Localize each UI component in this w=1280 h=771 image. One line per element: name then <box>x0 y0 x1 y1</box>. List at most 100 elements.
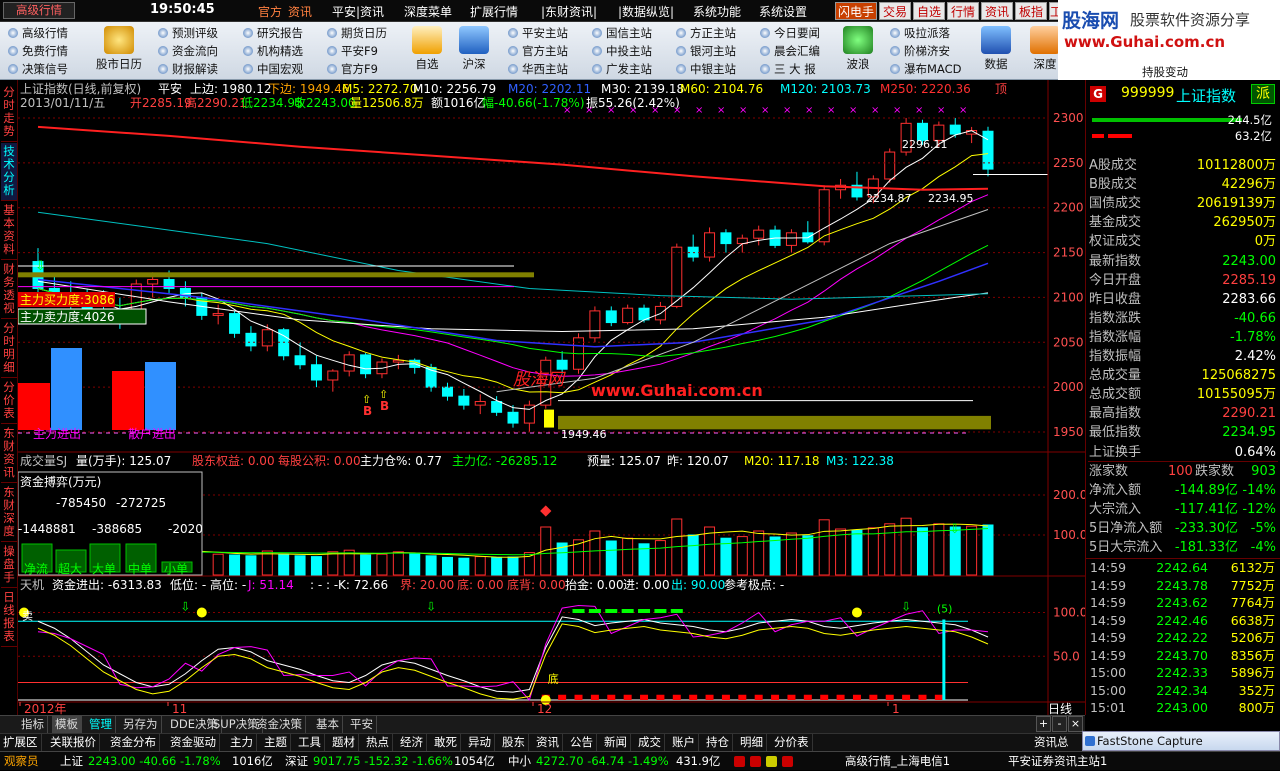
indicator-tab[interactable]: 基本 <box>313 716 343 733</box>
g-icon: G <box>1090 86 1106 102</box>
left-tab[interactable]: 基本资料 <box>1 202 17 260</box>
toolbar-link[interactable]: 决策信号 <box>8 61 90 77</box>
left-tab[interactable]: 操盘手 <box>1 543 17 588</box>
ind-j: J: 51.14 <box>247 578 294 592</box>
top-mark: × <box>915 105 923 116</box>
info-title: 上证指数(日线,前复权) <box>20 81 141 96</box>
toolbar-link[interactable]: 高级行情 <box>8 25 90 41</box>
capital-game-label: 中单 <box>128 561 152 576</box>
holding-change-link[interactable]: 持股变动 <box>1142 64 1188 80</box>
menu-item[interactable]: |东财资讯| <box>541 3 597 20</box>
volume-bar <box>867 527 879 576</box>
ext-tab[interactable]: 持仓 <box>703 734 733 751</box>
indicator-tab[interactable]: 指标 <box>18 716 48 733</box>
quick-button[interactable]: 行情 <box>947 2 979 20</box>
toolbar-big-button[interactable]: 股市日历 <box>91 26 147 72</box>
quick-button[interactable]: 交易 <box>879 2 911 20</box>
news-total-tab[interactable]: 资讯总 <box>1034 734 1069 751</box>
pai-badge[interactable]: 派 <box>1251 84 1275 104</box>
ext-tab[interactable]: 明细 <box>737 734 767 751</box>
ind-ckjd: 参考极点: - <box>724 577 784 592</box>
ma250-line <box>37 125 989 191</box>
left-tab[interactable]: 东财深度 <box>1 484 17 542</box>
left-tab[interactable]: 财务透视 <box>1 261 17 319</box>
ext-tab[interactable]: 敢死 <box>431 734 461 751</box>
candle-body <box>884 151 896 180</box>
indicator-tab[interactable]: 另存为 <box>120 716 162 733</box>
main-force-label: 主力进出 <box>33 427 81 441</box>
indicator-tab[interactable]: 管理 <box>86 716 116 733</box>
quick-button[interactable]: 资讯 <box>981 2 1013 20</box>
toolbar-big-button[interactable]: 数据 <box>968 26 1024 72</box>
ext-tab[interactable]: 异动 <box>465 734 495 751</box>
quote-row: 总成交量 125068275 <box>1088 366 1278 385</box>
ext-tab[interactable]: 题材 <box>329 734 359 751</box>
tick-row: 14:59 2242.64 6132万 <box>1088 559 1278 577</box>
zoom-control[interactable]: + <box>1036 716 1051 732</box>
ext-tab[interactable]: 公告 <box>567 734 597 751</box>
ext-tab[interactable]: 分价表 <box>771 734 813 751</box>
bottom-bar <box>754 694 763 700</box>
ext-tab[interactable]: 扩展区 <box>0 734 42 751</box>
ext-tab[interactable]: 资金分布 <box>107 734 160 751</box>
menu-item[interactable]: 系统功能 <box>693 3 741 20</box>
ext-tab[interactable]: 成交 <box>635 734 665 751</box>
volume-bar <box>622 537 634 576</box>
zoom-control[interactable]: - <box>1052 716 1067 732</box>
left-tab[interactable]: 分时走势 <box>1 84 17 142</box>
signal-arrow-icon: ⇩ <box>901 600 911 614</box>
faststone-capture[interactable]: FastStone Capture <box>1082 731 1280 751</box>
ext-tab[interactable]: 关联报价 <box>47 734 100 751</box>
link-icon <box>760 28 770 38</box>
quick-button[interactable]: 板指 <box>1015 2 1047 20</box>
advanced-quote-button[interactable]: 高级行情 <box>3 2 75 19</box>
ext-tab[interactable]: 主题 <box>261 734 291 751</box>
toolbar-link-label: 平安F9 <box>341 44 378 58</box>
menu-item[interactable]: |数据纵览| <box>618 3 674 20</box>
left-tab[interactable]: 东财资讯 <box>1 425 17 483</box>
ext-tab[interactable]: 经济 <box>397 734 427 751</box>
toolbar-link[interactable]: 免费行情 <box>8 43 90 59</box>
ext-tab[interactable]: 资金驱动 <box>167 734 220 751</box>
bottom-bar <box>705 694 714 700</box>
left-tab[interactable]: 日线报表 <box>1 589 17 647</box>
menu-item[interactable]: 深度菜单 <box>404 3 452 20</box>
ext-tab[interactable]: 新闻 <box>601 734 631 751</box>
volume-bar <box>654 540 666 576</box>
zoom-control[interactable]: × <box>1068 716 1083 732</box>
indicator-tab[interactable]: 平安 <box>347 716 377 733</box>
tick-price: 2242.22 <box>1156 630 1208 645</box>
toolbar-big-button[interactable]: 沪深 <box>446 26 502 72</box>
tick-volume: 5896万 <box>1230 665 1275 680</box>
bottom-bar <box>869 694 878 700</box>
ext-tab[interactable]: 股东 <box>499 734 529 751</box>
ext-tab[interactable]: 资讯 <box>533 734 563 751</box>
tick-volume: 7752万 <box>1230 577 1275 593</box>
ext-tab[interactable]: 工具 <box>295 734 325 751</box>
volume-bar <box>310 556 322 576</box>
ext-tab[interactable]: 热点 <box>363 734 393 751</box>
left-tab[interactable]: 技术分析 <box>1 143 17 201</box>
toolbar-big-button[interactable]: 波浪 <box>830 26 886 72</box>
peak-mark <box>654 609 667 613</box>
ext-tab[interactable]: 账户 <box>669 734 699 751</box>
menu-item[interactable]: 官方 <box>258 3 282 20</box>
kline-chart[interactable]: 2300 2250 2200 2150 2100 2050 2000 1950 × × × × × × × ×… <box>18 80 1085 715</box>
quick-button[interactable]: 闪电手 <box>835 2 877 20</box>
menu-item[interactable]: 系统设置 <box>759 3 807 20</box>
quote-value: 10155095万 <box>1196 387 1276 403</box>
flow-key: 净流入额 <box>1089 483 1142 498</box>
menu-item[interactable]: 扩展行情 <box>470 3 518 20</box>
chart-area[interactable]: 2300 2250 2200 2150 2100 2050 2000 1950 × × × × × × × ×… <box>18 80 1085 715</box>
bottom-bar <box>820 694 829 700</box>
menu-item[interactable]: 平安|资讯 <box>332 3 384 20</box>
menu-item[interactable]: 资讯 <box>288 3 312 20</box>
bottom-bar <box>787 694 796 700</box>
ma120-line <box>37 211 989 300</box>
quick-button[interactable]: 自选 <box>913 2 945 20</box>
indicator-tab[interactable]: 资金决策 <box>253 716 306 733</box>
left-tab[interactable]: 分时明细 <box>1 320 17 378</box>
left-tab[interactable]: 分价表 <box>1 379 17 424</box>
ext-tab[interactable]: 主力 <box>227 734 257 751</box>
indicator-tab[interactable]: 模板 <box>52 716 82 733</box>
